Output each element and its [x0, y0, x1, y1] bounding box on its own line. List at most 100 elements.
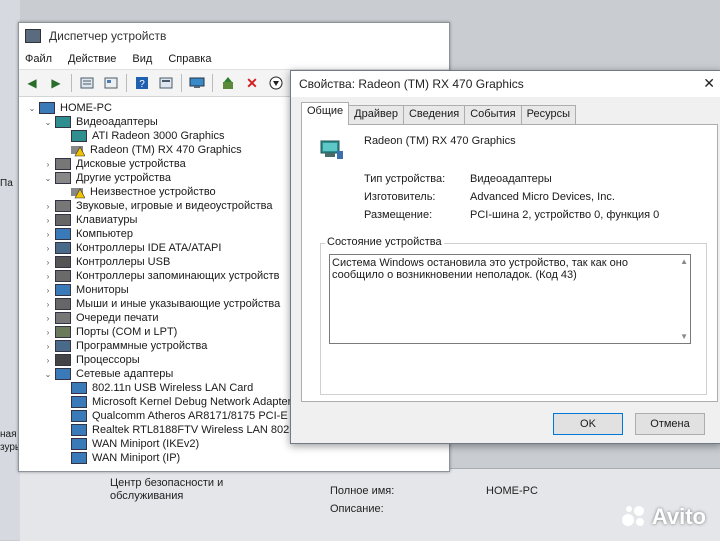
- tree-item-label: Порты (COM и LPT): [76, 326, 178, 338]
- toolbar-separator: [126, 74, 127, 92]
- help-icon[interactable]: ?: [133, 75, 151, 91]
- device-status-title: Состояние устройства: [325, 236, 444, 248]
- tab-strip: Общие Драйвер Сведения События Ресурсы: [301, 102, 577, 125]
- tree-item[interactable]: ⌄ Видеоадаптеры: [43, 115, 158, 129]
- usb-icon: [55, 256, 71, 268]
- security-center-link[interactable]: Центр безопасности и обслуживания: [110, 477, 223, 503]
- tree-item-label: Мыши и иные указывающие устройства: [76, 298, 281, 310]
- tree-item[interactable]: › Компьютер: [43, 227, 133, 241]
- system-info-panel: Центр безопасности и обслуживания Полное…: [20, 468, 720, 541]
- avito-logo-icon: [621, 506, 648, 528]
- window-title: Диспетчер устройств: [49, 29, 167, 43]
- tree-item[interactable]: › Звуковые, игровые и видеоустройства: [43, 199, 273, 213]
- chevron-down-icon[interactable]: ⌄: [27, 104, 37, 113]
- tree-item[interactable]: › Порты (COM и LPT): [43, 325, 177, 339]
- chevron-right-icon[interactable]: ›: [43, 328, 53, 337]
- chevron-right-icon[interactable]: ›: [43, 314, 53, 323]
- network-icon: [71, 410, 87, 422]
- tree-item-label: Radeon (TM) RX 470 Graphics: [90, 144, 242, 156]
- tree-item[interactable]: › Клавиатуры: [43, 213, 137, 227]
- properties-icon[interactable]: [102, 75, 120, 91]
- tree-item[interactable]: › Процессоры: [43, 353, 140, 367]
- toolbar-separator: [71, 74, 72, 92]
- tab-general[interactable]: Общие: [301, 102, 350, 125]
- ok-button[interactable]: OK: [553, 413, 623, 435]
- chevron-right-icon[interactable]: ›: [43, 342, 53, 351]
- tree-view-icon[interactable]: [78, 75, 96, 91]
- tree-item[interactable]: Microsoft Kernel Debug Network Adapter: [59, 395, 291, 409]
- tree-item-label: Мониторы: [76, 284, 129, 296]
- svg-text:?: ?: [139, 79, 145, 90]
- title-bar: Диспетчер устройств: [19, 23, 449, 49]
- menu-action[interactable]: Действие: [68, 53, 116, 65]
- tab-resources[interactable]: Ресурсы: [520, 105, 577, 125]
- chevron-right-icon[interactable]: ›: [43, 272, 53, 281]
- chevron-right-icon[interactable]: ›: [43, 356, 53, 365]
- tree-item[interactable]: › Дисковые устройства: [43, 157, 186, 171]
- tree-item[interactable]: › Мыши и иные указывающие устройства: [43, 297, 280, 311]
- device-status-textbox[interactable]: Система Windows остановила это устройств…: [329, 254, 691, 344]
- scan-hardware-icon[interactable]: [188, 75, 206, 91]
- uninstall-icon[interactable]: ✕: [243, 75, 261, 91]
- tree-item[interactable]: › Программные устройства: [43, 339, 207, 353]
- port-icon: [55, 326, 71, 338]
- tree-item-label: HOME-PC: [60, 102, 112, 114]
- printer-icon: [55, 312, 71, 324]
- tree-item[interactable]: › Очереди печати: [43, 311, 159, 325]
- menu-file[interactable]: Файл: [25, 53, 52, 65]
- scroll-down-icon[interactable]: ▼: [680, 332, 688, 341]
- tree-item[interactable]: › Контроллеры USB: [43, 255, 170, 269]
- tree-item[interactable]: ⌄ Другие устройства: [43, 171, 171, 185]
- tree-item-label: Контроллеры запоминающих устройств: [76, 270, 280, 282]
- computer-icon: [55, 228, 71, 240]
- close-icon[interactable]: ✕: [703, 75, 715, 92]
- resources-icon[interactable]: [157, 75, 175, 91]
- forward-icon[interactable]: ▶: [47, 75, 65, 91]
- tree-item[interactable]: › Контроллеры IDE ATA/ATAPI: [43, 241, 221, 255]
- chevron-right-icon[interactable]: ›: [43, 160, 53, 169]
- tree-item[interactable]: Radeon (TM) RX 470 Graphics: [59, 143, 242, 157]
- tree-item-label: WAN Miniport (IKEv2): [92, 438, 200, 450]
- tree-item[interactable]: › Контроллеры запоминающих устройств: [43, 269, 279, 283]
- tab-events[interactable]: События: [464, 105, 522, 125]
- chevron-right-icon[interactable]: ›: [43, 300, 53, 309]
- update-driver-icon[interactable]: [219, 75, 237, 91]
- chevron-right-icon[interactable]: ›: [43, 258, 53, 267]
- tree-item[interactable]: Неизвестное устройство: [59, 185, 216, 199]
- tree-item-label: Звуковые, игровые и видеоустройства: [76, 200, 273, 212]
- tree-item[interactable]: WAN Miniport (IKEv2): [59, 437, 199, 451]
- menu-help[interactable]: Справка: [168, 53, 211, 65]
- chevron-right-icon[interactable]: ›: [43, 230, 53, 239]
- tree-item[interactable]: WAN Miniport (IP): [59, 451, 180, 465]
- tree-item[interactable]: ⌄ Сетевые адаптеры: [43, 367, 173, 381]
- tree-item[interactable]: ATI Radeon 3000 Graphics: [59, 129, 224, 143]
- tree-item-label: Контроллеры USB: [76, 256, 171, 268]
- chevron-right-icon[interactable]: ›: [43, 286, 53, 295]
- menu-view[interactable]: Вид: [132, 53, 152, 65]
- chevron-down-icon[interactable]: ⌄: [43, 370, 53, 379]
- toolbar-separator: [212, 74, 213, 92]
- tree-item[interactable]: ⌄ HOME-PC: [27, 101, 112, 115]
- full-name-value: HOME-PC: [486, 485, 538, 497]
- chevron-down-icon[interactable]: ⌄: [43, 118, 53, 127]
- network-icon: [71, 452, 87, 464]
- desktop-background: Па ная зуры: [0, 0, 22, 540]
- tab-driver[interactable]: Драйвер: [348, 105, 404, 125]
- scroll-up-icon[interactable]: ▲: [680, 257, 688, 266]
- chevron-down-icon[interactable]: ⌄: [43, 174, 53, 183]
- tree-item[interactable]: › Мониторы: [43, 283, 129, 297]
- avito-wordmark: Avito: [651, 504, 706, 529]
- disable-device-icon[interactable]: [267, 75, 285, 91]
- chevron-right-icon[interactable]: ›: [43, 216, 53, 225]
- chevron-right-icon[interactable]: ›: [43, 202, 53, 211]
- tree-item[interactable]: 802.11n USB Wireless LAN Card: [59, 381, 253, 395]
- tree-item-label: Программные устройства: [76, 340, 208, 352]
- manufacturer-label: Изготовитель:: [364, 191, 436, 203]
- disk-icon: [55, 158, 71, 170]
- back-icon[interactable]: ◀: [23, 75, 41, 91]
- cancel-button[interactable]: Отмена: [635, 413, 705, 435]
- chevron-right-icon[interactable]: ›: [43, 244, 53, 253]
- dialog-title: Свойства: Radeon (TM) RX 470 Graphics: [299, 77, 524, 91]
- dialog-title-bar: Свойства: Radeon (TM) RX 470 Graphics: [291, 71, 720, 97]
- tab-details[interactable]: Сведения: [402, 105, 466, 125]
